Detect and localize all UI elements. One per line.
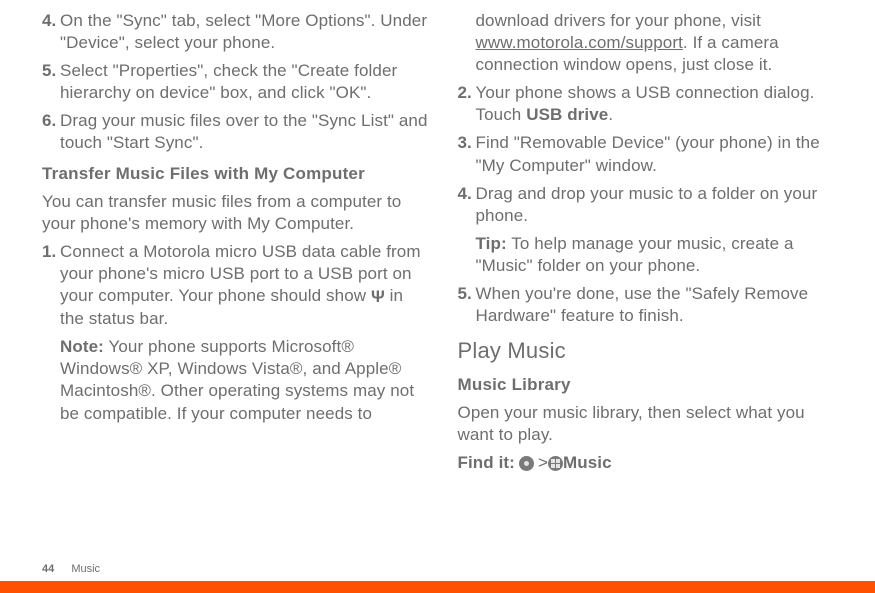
page-content: 4. On the "Sync" tab, select "More Optio… <box>0 0 875 560</box>
cont-a: download drivers for your phone, visit <box>476 11 761 30</box>
step-text: Find "Removable Device" (your phone) in … <box>476 132 844 176</box>
music-library-heading: Music Library <box>458 374 844 396</box>
usb-icon: Ψ <box>371 286 385 308</box>
left-column: 4. On the "Sync" tab, select "More Optio… <box>42 10 428 560</box>
note-label: Note: <box>60 337 104 356</box>
step-text-a: Connect a Motorola micro USB data cable … <box>60 242 421 305</box>
connect-step-1: 1. Connect a Motorola micro USB data cab… <box>42 241 428 425</box>
right-step-5: 5. When you're done, use the "Safely Rem… <box>458 283 844 327</box>
step-number: 4. <box>458 183 476 277</box>
tip-label: Tip: <box>476 234 507 253</box>
footer-accent-bar <box>0 581 875 593</box>
step-text: On the "Sync" tab, select "More Options"… <box>60 10 428 54</box>
transfer-heading: Transfer Music Files with My Computer <box>42 163 428 185</box>
library-text: Open your music library, then select wha… <box>458 402 844 446</box>
note-text: Your phone supports Microsoft® Windows® … <box>60 337 414 422</box>
step-number: 6. <box>42 110 60 154</box>
right-column: download drivers for your phone, visit w… <box>458 10 844 560</box>
right-step-4: 4. Drag and drop your music to a folder … <box>458 183 844 277</box>
find-it-row: Find it: > Music <box>458 452 844 474</box>
tip-block: Tip: To help manage your music, create a… <box>476 233 844 277</box>
gt-separator: > <box>538 452 548 474</box>
note-block: Note: Your phone supports Microsoft® Win… <box>60 336 428 424</box>
spacer <box>458 10 476 76</box>
find-it-label: Find it: <box>458 452 515 474</box>
transfer-intro: You can transfer music files from a comp… <box>42 191 428 235</box>
step-body: Your phone shows a USB connection dialog… <box>476 82 844 126</box>
step-number: 4. <box>42 10 60 54</box>
right-step-2: 2. Your phone shows a USB connection dia… <box>458 82 844 126</box>
section-name: Music <box>71 563 100 575</box>
step-6: 6. Drag your music files over to the "Sy… <box>42 110 428 154</box>
footer-info: 44 Music <box>0 563 875 581</box>
step-text: When you're done, use the "Safely Remove… <box>476 283 844 327</box>
step-number: 5. <box>42 60 60 104</box>
step-number: 5. <box>458 283 476 327</box>
step-number: 2. <box>458 82 476 126</box>
step-5: 5. Select "Properties", check the "Creat… <box>42 60 428 104</box>
page-footer: 44 Music <box>0 563 875 593</box>
music-app-label: Music <box>563 452 612 474</box>
usb-drive-label: USB drive <box>526 105 608 124</box>
step-body: Drag and drop your music to a folder on … <box>476 183 844 277</box>
step-text: Select "Properties", check the "Create f… <box>60 60 428 104</box>
play-music-heading: Play Music <box>458 337 844 366</box>
r2-text-b: . <box>608 105 613 124</box>
step-number: 3. <box>458 132 476 176</box>
music-app-icon <box>548 456 563 471</box>
continued-note: download drivers for your phone, visit w… <box>458 10 844 76</box>
tip-text: To help manage your music, create a "Mus… <box>476 234 794 275</box>
step-text: Drag your music files over to the "Sync … <box>60 110 428 154</box>
continued-text: download drivers for your phone, visit w… <box>476 10 844 76</box>
step-number: 1. <box>42 241 60 425</box>
step-4: 4. On the "Sync" tab, select "More Optio… <box>42 10 428 54</box>
support-link[interactable]: www.motorola.com/support <box>476 33 683 52</box>
step-body: Connect a Motorola micro USB data cable … <box>60 241 428 425</box>
launcher-icon <box>519 456 534 471</box>
page-number: 44 <box>42 563 54 575</box>
right-step-3: 3. Find "Removable Device" (your phone) … <box>458 132 844 176</box>
r4-text: Drag and drop your music to a folder on … <box>476 184 818 225</box>
